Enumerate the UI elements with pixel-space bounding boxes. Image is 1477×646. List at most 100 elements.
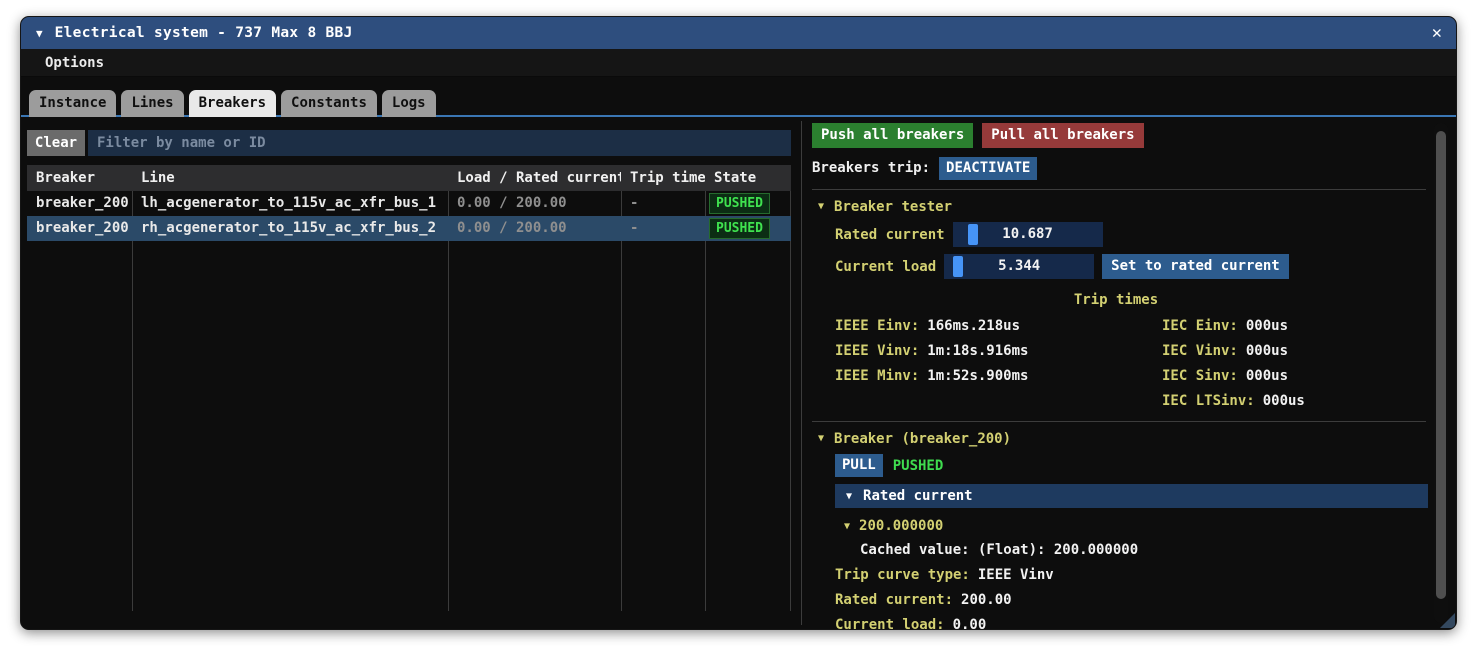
breakers-trip-label: Breakers trip: <box>812 160 930 176</box>
trip-time-entry: IEC Vinv: 000us <box>1162 343 1432 361</box>
trip-time-label: IEEE Minv: <box>835 368 919 386</box>
separator <box>812 421 1426 422</box>
column-header-trip-time[interactable]: Trip time <box>621 165 705 191</box>
scrollbar-thumb[interactable] <box>1436 131 1446 599</box>
cell-load: 0.00 / 200.00 <box>448 191 621 216</box>
rated-current-info-row: Rated current: 200.00 <box>835 592 1432 610</box>
window-collapse-icon[interactable]: ▼ <box>36 27 43 40</box>
trip-time-entry: IEEE Vinv: 1m:18s.916ms <box>835 343 1162 361</box>
menu-item-options[interactable]: Options <box>45 55 104 71</box>
rated-current-header-label: Rated current <box>863 488 973 504</box>
cached-value-line: Cached value: (Float): 200.000000 <box>860 542 1432 560</box>
trip-time-label: IEEE Vinv: <box>835 343 919 361</box>
breakers-tab-content: Clear Breaker Line Load / Rated current … <box>21 117 1456 629</box>
breaker-section-body: PULL PUSHED ▼ Rated current ▼ 200.000000… <box>812 454 1432 629</box>
current-load-info-label: Current load: <box>835 617 945 629</box>
rated-current-collapsing-header[interactable]: ▼ Rated current <box>835 484 1428 508</box>
breaker-section-header[interactable]: ▼ Breaker (breaker_200) <box>818 429 1432 448</box>
table-row[interactable]: breaker_200 lh_acgenerator_to_115v_ac_xf… <box>27 191 791 216</box>
trip-time-entry: IEC Einv: 000us <box>1162 318 1432 336</box>
vertical-scrollbar[interactable] <box>1434 123 1448 623</box>
trip-time-label: IEC Vinv: <box>1162 343 1238 361</box>
trip-time-label: IEC Sinv: <box>1162 368 1238 386</box>
pull-all-breakers-button[interactable]: Pull all breakers <box>982 123 1143 148</box>
trip-time-entry: IEEE Minv: 1m:52s.900ms <box>835 368 1162 386</box>
current-load-value: 5.344 <box>944 254 1094 279</box>
trip-times-grid: IEEE Einv: 166ms.218us IEC Einv: 000us I… <box>835 318 1432 418</box>
cell-load: 0.00 / 200.00 <box>448 216 621 241</box>
breaker-detail-pane: Push all breakers Pull all breakers Brea… <box>802 117 1456 629</box>
breaker-list-pane: Clear Breaker Line Load / Rated current … <box>21 117 801 629</box>
column-header-breaker[interactable]: Breaker <box>27 165 132 191</box>
trip-time-entry: IEEE Einv: 166ms.218us <box>835 318 1162 336</box>
set-to-rated-current-button[interactable]: Set to rated current <box>1102 254 1289 279</box>
trip-times-title: Trip times <box>812 292 1420 308</box>
tab-breakers[interactable]: Breakers <box>189 90 276 117</box>
tree-expanded-icon: ▼ <box>844 521 850 532</box>
breaker-tester-header[interactable]: ▼ Breaker tester <box>818 197 1432 216</box>
rated-current-value: 10.687 <box>953 222 1103 247</box>
tab-logs[interactable]: Logs <box>382 90 436 117</box>
separator <box>812 189 1426 190</box>
cell-trip-time: - <box>621 216 705 241</box>
menu-bar: Options <box>21 49 1456 77</box>
current-load-info-row: Current load: 0.00 <box>835 617 1432 629</box>
trip-time-value: 166ms.218us <box>927 318 1020 336</box>
rated-current-slider[interactable]: 10.687 <box>953 222 1103 247</box>
rated-current-info-label: Rated current: <box>835 592 953 610</box>
close-icon[interactable]: ✕ <box>1432 25 1442 42</box>
breaker-state-row: PULL PUSHED <box>835 454 1432 477</box>
trip-time-value: 000us <box>1246 343 1288 361</box>
trip-curve-type-value: IEEE Vinv <box>978 567 1054 585</box>
rated-current-label: Rated current <box>835 227 945 243</box>
tab-instance[interactable]: Instance <box>29 90 116 117</box>
trip-time-label: IEC Einv: <box>1162 318 1238 336</box>
rated-current-value-node[interactable]: ▼ 200.000000 <box>844 517 1432 535</box>
breaker-tester-body: Rated current 10.687 Current load 5.344 … <box>812 222 1432 279</box>
trip-time-entry: IEC Sinv: 000us <box>1162 368 1432 386</box>
trip-curve-type-label: Trip curve type: <box>835 567 970 585</box>
trip-time-value: 1m:52s.900ms <box>927 368 1028 386</box>
trip-time-entry-empty <box>835 393 1162 411</box>
cell-breaker: breaker_200 <box>27 191 132 216</box>
breaker-section-title: Breaker (breaker_200) <box>834 431 1011 447</box>
trip-time-label: IEEE Einv: <box>835 318 919 336</box>
current-load-slider[interactable]: 5.344 <box>944 254 1094 279</box>
trip-curve-type-row: Trip curve type: IEEE Vinv <box>835 567 1432 585</box>
pull-breaker-button[interactable]: PULL <box>835 454 883 477</box>
status-badge: PUSHED <box>709 218 770 239</box>
cell-line: rh_acgenerator_to_115v_ac_xfr_bus_2 <box>132 216 448 241</box>
window-resize-grip[interactable] <box>1440 613 1455 628</box>
breakers-trip-row: Breakers trip: DEACTIVATE <box>812 156 1432 180</box>
tree-expanded-icon: ▼ <box>846 491 852 502</box>
cell-trip-time: - <box>621 191 705 216</box>
bulk-actions-row: Push all breakers Pull all breakers <box>812 123 1432 148</box>
rated-current-row: Rated current 10.687 <box>835 222 1432 247</box>
column-header-state[interactable]: State <box>705 165 791 191</box>
push-all-breakers-button[interactable]: Push all breakers <box>812 123 973 148</box>
clear-filter-button[interactable]: Clear <box>27 130 85 156</box>
breaker-state-text: PUSHED <box>893 458 944 474</box>
trip-time-label: IEC LTSinv: <box>1162 393 1255 411</box>
current-load-label: Current load <box>835 259 936 275</box>
cell-state: PUSHED <box>705 216 791 241</box>
column-header-line[interactable]: Line <box>132 165 448 191</box>
breakers-trip-deactivate-button[interactable]: DEACTIVATE <box>939 157 1037 180</box>
filter-row: Clear <box>27 130 791 156</box>
column-header-load[interactable]: Load / Rated current <box>448 165 621 191</box>
trip-time-value: 000us <box>1263 393 1305 411</box>
trip-time-value: 1m:18s.916ms <box>927 343 1028 361</box>
tab-constants[interactable]: Constants <box>281 90 377 117</box>
trip-time-value: 000us <box>1246 318 1288 336</box>
table-header-row: Breaker Line Load / Rated current Trip t… <box>27 165 791 191</box>
title-bar: ▼ Electrical system - 737 Max 8 BBJ ✕ <box>21 17 1456 49</box>
breakers-table: Breaker Line Load / Rated current Trip t… <box>27 165 791 611</box>
tab-bar: Instance Lines Breakers Constants Logs <box>21 77 1456 117</box>
filter-input[interactable] <box>88 130 791 156</box>
trip-time-value: 000us <box>1246 368 1288 386</box>
cell-state: PUSHED <box>705 191 791 216</box>
table-row[interactable]: breaker_200 rh_acgenerator_to_115v_ac_xf… <box>27 216 791 241</box>
cell-line: lh_acgenerator_to_115v_ac_xfr_bus_1 <box>132 191 448 216</box>
breaker-tester-title: Breaker tester <box>834 199 952 215</box>
tab-lines[interactable]: Lines <box>121 90 183 117</box>
